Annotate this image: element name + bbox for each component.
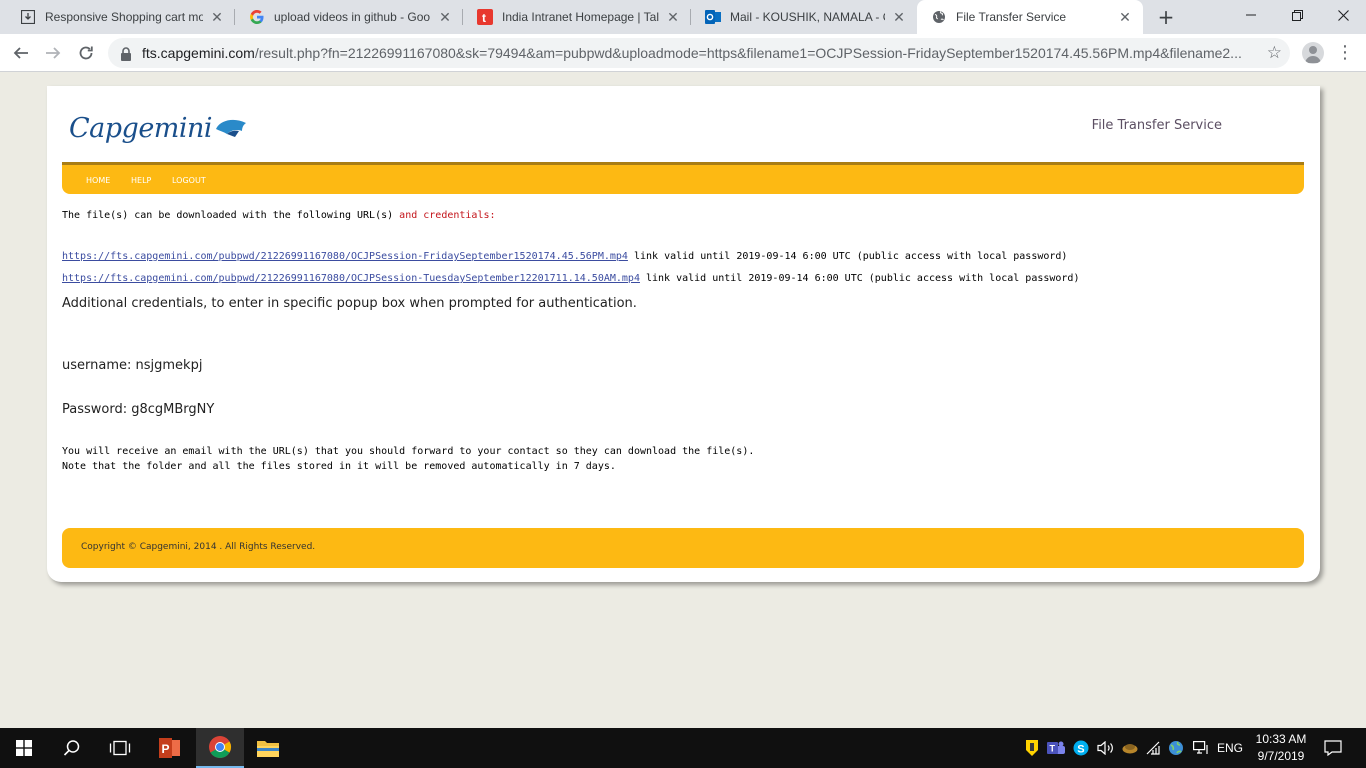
close-window-icon[interactable] <box>1320 0 1366 30</box>
forward-arrow-icon[interactable] <box>40 40 66 66</box>
restore-icon[interactable] <box>1274 0 1320 30</box>
address-bar[interactable]: fts.capgemini.com/result.php?fn=21226991… <box>108 38 1290 68</box>
browser-menu-icon[interactable]: ⋮ <box>1336 42 1354 64</box>
copyright-text: Copyright © Capgemini, 2014 . All Rights… <box>81 542 316 552</box>
tab-close-icon[interactable]: ✕ <box>1117 9 1133 25</box>
intro-prefix: The file(s) can be downloaded with the f… <box>62 210 394 221</box>
username-text: username: nsjgmekpj <box>62 358 203 373</box>
download-link[interactable]: https://fts.capgemini.com/pubpwd/2122699… <box>62 251 628 262</box>
expiry-notice-text: Note that the folder and all the files s… <box>62 461 616 472</box>
browser-toolbar: fts.capgemini.com/result.php?fn=21226991… <box>0 34 1366 72</box>
tab-close-icon[interactable]: ✕ <box>891 9 907 25</box>
additional-credentials-text: Additional credentials, to enter in spec… <box>62 296 637 311</box>
download-row: https://fts.capgemini.com/pubpwd/2122699… <box>62 251 1067 262</box>
task-view-icon[interactable] <box>96 728 144 768</box>
tab-github-search[interactable]: upload videos in github - Goo ✕ <box>235 0 463 34</box>
system-clock[interactable]: 10:33 AM 9/7/2019 <box>1250 731 1312 765</box>
powerpoint-icon[interactable]: P <box>146 728 194 768</box>
new-tab-plus-icon[interactable]: + <box>1155 6 1177 28</box>
tab-close-icon[interactable]: ✕ <box>209 9 225 25</box>
tab-close-icon[interactable]: ✕ <box>437 9 453 25</box>
tab-title: Mail - KOUSHIK, NAMALA - Ou <box>730 10 885 24</box>
chrome-icon[interactable] <box>196 728 244 768</box>
url-host: fts.capgemini.com <box>142 45 255 61</box>
page-footer: Copyright © Capgemini, 2014 . All Rights… <box>62 528 1304 568</box>
link-validity-note: link valid until 2019-09-14 6:00 UTC (pu… <box>633 251 1068 262</box>
tab-title: Responsive Shopping cart moc <box>45 10 203 24</box>
volume-icon[interactable] <box>1095 728 1117 768</box>
teams-icon[interactable]: T <box>1046 728 1066 768</box>
tab-shopping-cart[interactable]: Responsive Shopping cart moc ✕ <box>6 0 235 34</box>
language-indicator[interactable]: ENG <box>1214 728 1246 768</box>
clock-date: 9/7/2019 <box>1257 749 1305 763</box>
intro-text: The file(s) can be downloaded with the f… <box>62 210 496 221</box>
search-icon[interactable] <box>48 728 96 768</box>
tab-intranet[interactable]: t India Intranet Homepage | Tale ✕ <box>463 0 691 34</box>
tab-mail[interactable]: Mail - KOUSHIK, NAMALA - Ou ✕ <box>691 0 917 34</box>
browser-tab-strip: Responsive Shopping cart moc ✕ upload vi… <box>0 0 1366 34</box>
svg-text:T: T <box>1050 744 1056 754</box>
back-arrow-icon[interactable] <box>8 40 34 66</box>
minimize-icon[interactable] <box>1228 0 1274 30</box>
outlook-icon <box>705 9 721 25</box>
talent-icon: t <box>477 9 493 25</box>
download-link[interactable]: https://fts.capgemini.com/pubpwd/2122699… <box>62 273 640 284</box>
tab-title: upload videos in github - Goo <box>274 10 431 24</box>
link-validity-note: link valid until 2019-09-14 6:00 UTC (pu… <box>646 273 1080 284</box>
nav-logout-link[interactable]: LOGOUT <box>172 176 206 185</box>
file-explorer-icon[interactable] <box>244 728 292 768</box>
page-card: Capgemini File Transfer Service HOME HEL… <box>47 86 1320 582</box>
tab-title: India Intranet Homepage | Tale <box>502 10 659 24</box>
logo-spade-icon <box>216 119 247 137</box>
nav-help-link[interactable]: HELP <box>131 176 151 185</box>
nav-home-link[interactable]: HOME <box>86 176 110 185</box>
reload-icon[interactable] <box>73 40 99 66</box>
email-notice-text: You will receive an email with the URL(s… <box>62 446 755 457</box>
password-text: Password: g8cgMBrgNY <box>62 402 215 417</box>
display-icon[interactable] <box>1190 728 1212 768</box>
cloud-sync-icon[interactable] <box>1120 728 1140 768</box>
bookmark-star-icon[interactable]: ☆ <box>1267 43 1282 63</box>
svg-text:P: P <box>162 742 170 756</box>
capgemini-logo[interactable]: Capgemini <box>69 108 250 148</box>
skype-icon[interactable]: S <box>1071 728 1091 768</box>
lock-icon <box>120 46 132 61</box>
main-nav-bar: HOME HELP LOGOUT <box>62 162 1304 194</box>
globe-tray-icon[interactable] <box>1166 728 1186 768</box>
intro-credentials-highlight: and credentials: <box>399 210 496 221</box>
url-path: /result.php?fn=21226991167080&sk=79494&a… <box>254 45 1242 61</box>
logo-text: Capgemini <box>69 112 213 144</box>
url-text: fts.capgemini.com/result.php?fn=21226991… <box>142 45 1242 61</box>
service-title: File Transfer Service <box>1091 118 1222 133</box>
windows-start-icon[interactable] <box>0 728 48 768</box>
profile-avatar-icon[interactable] <box>1302 42 1324 64</box>
tab-title: File Transfer Service <box>956 10 1067 24</box>
security-shield-icon[interactable] <box>1024 728 1040 768</box>
network-icon[interactable] <box>1143 728 1163 768</box>
svg-text:S: S <box>1077 744 1084 756</box>
tab-close-icon[interactable]: ✕ <box>665 9 681 25</box>
google-icon <box>249 9 265 25</box>
svg-text:t: t <box>482 11 486 25</box>
notification-icon[interactable] <box>1320 728 1346 768</box>
globe-icon <box>931 9 947 25</box>
download-page-icon <box>20 9 36 25</box>
download-row: https://fts.capgemini.com/pubpwd/2122699… <box>62 273 1079 284</box>
tab-file-transfer[interactable]: File Transfer Service ✕ <box>917 0 1143 34</box>
windows-taskbar: P T S ENG 10:33 AM 9/7/2019 <box>0 728 1366 768</box>
clock-time: 10:33 AM <box>1255 732 1307 746</box>
